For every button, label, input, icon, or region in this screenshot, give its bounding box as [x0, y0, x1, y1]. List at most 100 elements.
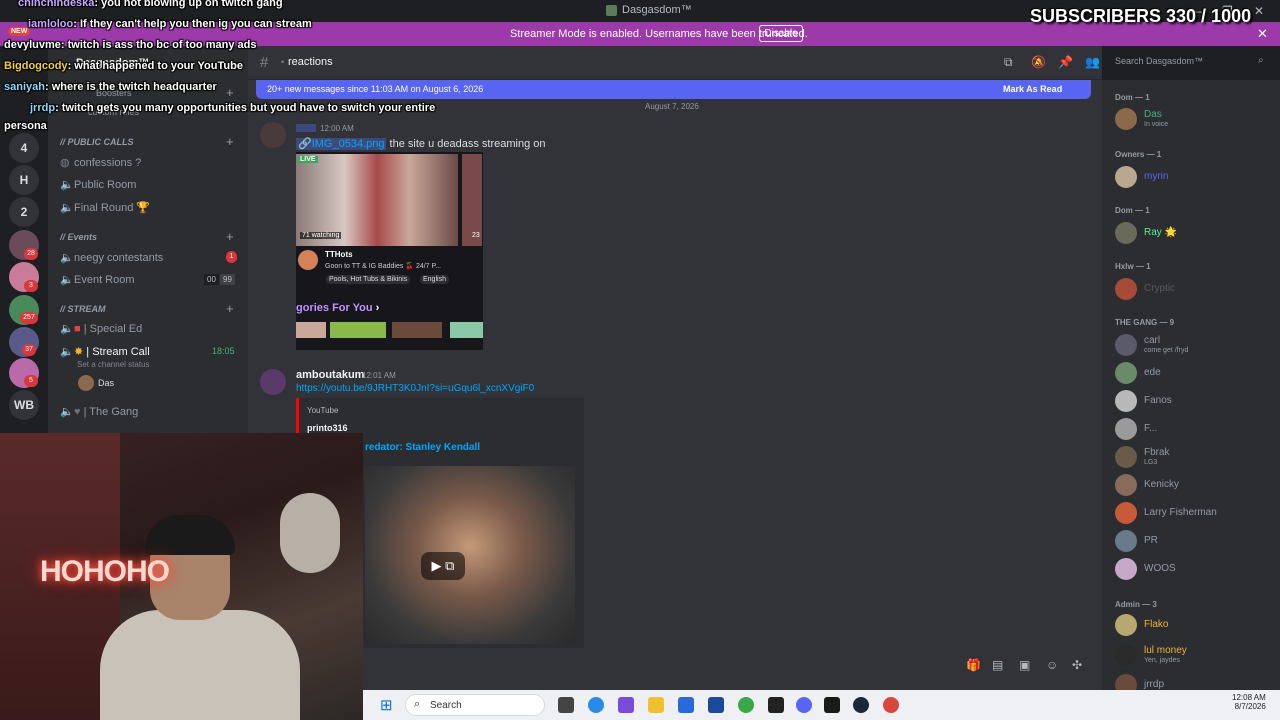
sticker-icon[interactable]: ▣	[1019, 658, 1030, 672]
avatar[interactable]	[1115, 390, 1137, 412]
channel-stream-call[interactable]: 🔈✸ | Stream Call	[60, 345, 150, 358]
avatar[interactable]	[1115, 334, 1137, 356]
embed-author[interactable]: printo316	[307, 423, 348, 433]
channel-final-round[interactable]: 🔈Final Round 🏆	[60, 201, 150, 214]
close-banner-icon[interactable]: ✕	[1257, 26, 1268, 42]
channel-header: # • reactions ⧉ 🔕 📌 👥	[248, 46, 1102, 80]
channel-the-gang[interactable]: 🔈♥ | The Gang	[60, 405, 138, 418]
avatar[interactable]	[1115, 166, 1137, 188]
apps-icon[interactable]: ✣	[1072, 658, 1082, 672]
discord-icon[interactable]	[796, 697, 812, 713]
pin-icon[interactable]: 📌	[1058, 55, 1073, 69]
voice-user-name[interactable]: Das	[98, 378, 114, 388]
channel-label: | The Gang	[83, 406, 139, 418]
member-name[interactable]: Flako	[1144, 619, 1168, 630]
channel-confessions[interactable]: ◍ confessions ?	[60, 156, 141, 169]
chrome-icon[interactable]	[883, 697, 899, 713]
edge-icon[interactable]	[588, 697, 604, 713]
app-icon[interactable]	[618, 697, 634, 713]
server-icon-4[interactable]: 4	[9, 133, 39, 163]
add-channel-icon[interactable]: +	[226, 85, 234, 100]
add-channel-icon[interactable]: +	[226, 134, 234, 149]
channel-status-hint[interactable]: Set a channel status	[77, 360, 150, 369]
channel-special-ed[interactable]: 🔈■ | Special Ed	[60, 322, 142, 335]
member-name[interactable]: WOOS	[1144, 563, 1176, 574]
file-explorer-icon[interactable]	[648, 697, 664, 713]
search-input[interactable]: Search Dasgasdom™ ⌕	[1108, 52, 1274, 72]
member-name[interactable]: F...	[1144, 423, 1157, 434]
play-icon[interactable]: ▶ ⧉	[421, 552, 465, 580]
category-stream[interactable]: // STREAM	[60, 304, 106, 314]
terminal-icon[interactable]	[824, 697, 840, 713]
avatar[interactable]	[1115, 558, 1137, 580]
member-name[interactable]: PR	[1144, 535, 1158, 546]
message-author[interactable]: amboutakum	[296, 369, 364, 381]
member-name[interactable]: Fbrak	[1144, 447, 1170, 458]
mark-as-read-button[interactable]: Mark As Read	[1003, 84, 1062, 94]
mail-icon[interactable]	[678, 697, 694, 713]
member-name[interactable]: ede	[1144, 367, 1161, 378]
avatar[interactable]	[1115, 362, 1137, 384]
disable-streamer-mode-button[interactable]: Disable	[759, 25, 803, 42]
notification-bell-icon[interactable]: 🔕	[1031, 55, 1046, 69]
member-name[interactable]: Larry Fisherman	[1144, 507, 1217, 518]
server-icon-wb[interactable]: WB	[9, 390, 39, 420]
speaker-icon: 🔈	[60, 179, 74, 191]
threads-icon[interactable]: ⧉	[1004, 55, 1013, 70]
avatar[interactable]	[1115, 502, 1137, 524]
channel-event-room[interactable]: 🔈Event Room	[60, 273, 135, 286]
avatar[interactable]	[1115, 278, 1137, 300]
clock-time: 12:08 AM	[1232, 693, 1266, 702]
chrome-icon[interactable]	[738, 697, 754, 713]
avatar[interactable]	[78, 375, 94, 391]
avatar[interactable]	[1115, 418, 1137, 440]
member-name[interactable]: lul money	[1144, 645, 1187, 656]
new-messages-bar[interactable]: 20+ new messages since 11:03 AM on Augus…	[256, 80, 1091, 99]
avatar[interactable]	[1115, 446, 1137, 468]
member-name[interactable]: Das	[1144, 109, 1162, 120]
avatar[interactable]	[260, 122, 286, 148]
app-icon[interactable]	[768, 697, 784, 713]
member-name[interactable]: Cryptic	[1144, 283, 1175, 294]
youtube-link[interactable]: https://youtu.be/9JRHT3K0JnI?si=uGqu6l_x…	[296, 383, 534, 394]
category-public-calls[interactable]: // PUBLIC CALLS	[60, 137, 134, 147]
embed-title[interactable]: redator: Stanley Kendall	[365, 442, 480, 453]
gift-icon[interactable]: 🎁	[966, 658, 981, 672]
avatar[interactable]	[1115, 614, 1137, 636]
avatar[interactable]	[1115, 108, 1137, 130]
add-channel-icon[interactable]: +	[226, 301, 234, 316]
video-thumbnail[interactable]: ▶ ⧉	[365, 466, 575, 644]
taskbar-clock[interactable]: 12:08 AM 8/7/2026	[1232, 693, 1266, 711]
category-events[interactable]: // Events	[60, 232, 97, 242]
task-view-icon[interactable]	[558, 697, 574, 713]
member-status: Yen, jaydes	[1144, 657, 1180, 664]
file-link[interactable]: 🔗IMG_0534.png	[296, 138, 387, 150]
steam-icon[interactable]	[853, 697, 869, 713]
avatar[interactable]	[1115, 474, 1137, 496]
avatar[interactable]	[1115, 644, 1137, 666]
image-attachment[interactable]: LIVE 71 watching 23 TTHots Goon to TT & …	[296, 152, 483, 350]
avatar[interactable]	[1115, 222, 1137, 244]
member-name[interactable]: jrrdp	[1144, 679, 1164, 690]
truncated-username[interactable]	[296, 124, 316, 132]
member-name[interactable]: Ray 🌟	[1144, 227, 1177, 238]
avatar[interactable]	[260, 369, 286, 395]
taskbar-search[interactable]: ⌕ Search	[405, 694, 545, 716]
member-name[interactable]: carl	[1144, 335, 1160, 346]
server-icon-2[interactable]: 2	[9, 197, 39, 227]
member-name[interactable]: Fanos	[1144, 395, 1172, 406]
member-name[interactable]: myrin	[1144, 171, 1168, 182]
windows-start-icon[interactable]: ⊞	[380, 696, 393, 714]
server-icon-h[interactable]: H	[9, 165, 39, 195]
member-list-icon[interactable]: 👥	[1085, 55, 1100, 69]
channel-public-room[interactable]: 🔈Public Room	[60, 178, 136, 191]
close-window-button[interactable]: ✕	[1254, 4, 1264, 18]
emoji-icon[interactable]: ☺	[1046, 658, 1058, 672]
store-icon[interactable]	[708, 697, 724, 713]
add-channel-icon[interactable]: +	[226, 229, 234, 244]
subscriber-goal: SUBSCRIBERS 330 / 1000	[1030, 6, 1252, 26]
avatar[interactable]	[1115, 530, 1137, 552]
gif-icon[interactable]: ▤	[992, 658, 1003, 672]
channel-neegy-contestants[interactable]: 🔈neegy contestants	[60, 251, 163, 264]
member-name[interactable]: Kenicky	[1144, 479, 1179, 490]
